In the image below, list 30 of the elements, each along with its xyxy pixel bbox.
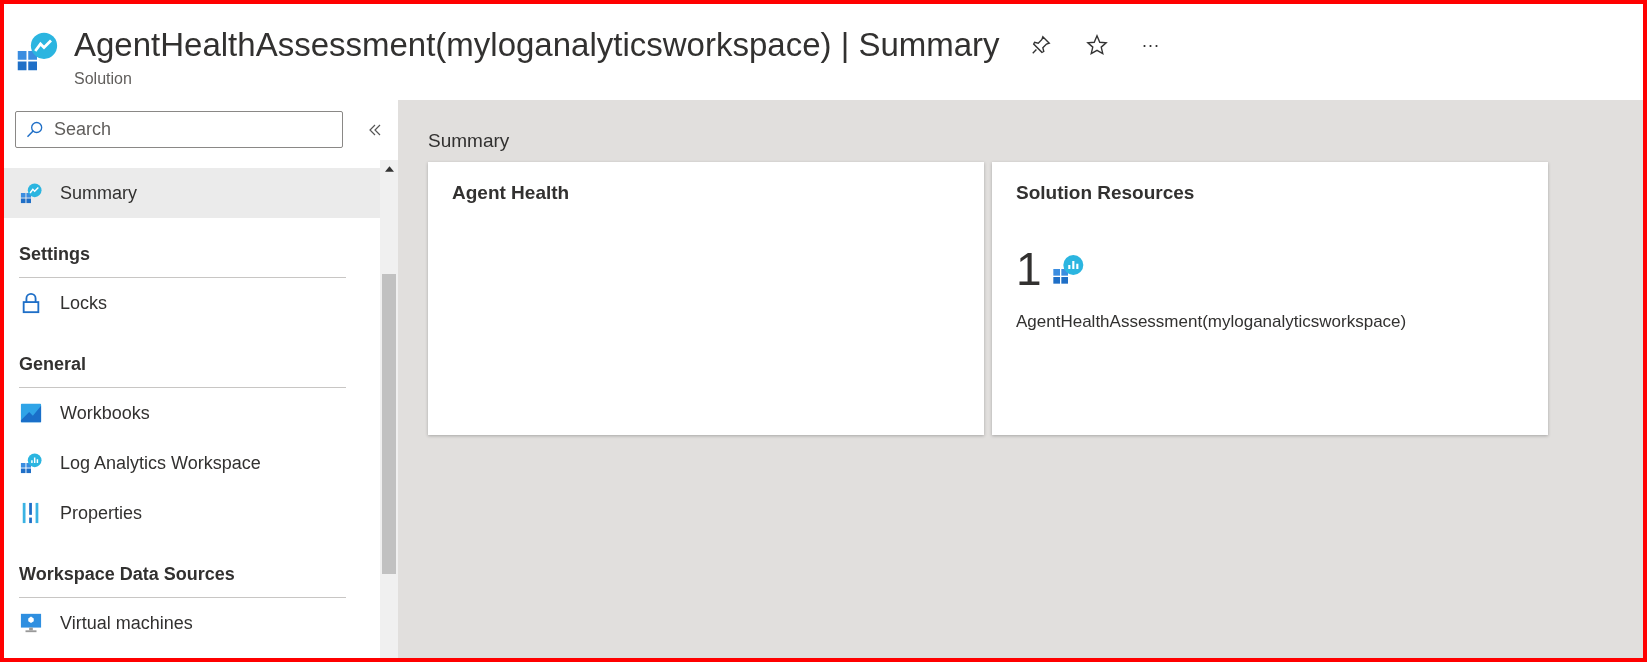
star-icon bbox=[1085, 34, 1108, 56]
scroll-up-icon[interactable] bbox=[384, 166, 394, 172]
nav-item[interactable]: Properties bbox=[4, 488, 380, 538]
section-heading: Workspace Data Sources bbox=[19, 552, 346, 598]
workspace-icon bbox=[20, 452, 42, 474]
nav-item[interactable]: Workbooks bbox=[4, 388, 380, 438]
tile-title: Agent Health bbox=[452, 182, 570, 204]
section-heading: General bbox=[19, 342, 346, 388]
tile-title: Solution Resources bbox=[1016, 182, 1195, 204]
lock-icon bbox=[20, 292, 42, 314]
pin-icon bbox=[1029, 34, 1052, 56]
resource-count: 1 bbox=[1016, 242, 1042, 296]
nav-item[interactable]: Log Analytics Workspace bbox=[4, 438, 380, 488]
nav-item[interactable]: Summary bbox=[4, 168, 380, 218]
search-field[interactable]: Search bbox=[15, 111, 343, 148]
scrollbar[interactable] bbox=[380, 160, 398, 658]
page-subtitle: Solution bbox=[74, 70, 133, 88]
monitor-icon bbox=[20, 612, 42, 634]
solution-icon bbox=[16, 30, 58, 72]
section-title: Summary bbox=[428, 130, 511, 152]
resource-link[interactable]: AgentHealthAssessment(myloganalyticsworkspace) bbox=[1016, 312, 1407, 344]
search-icon bbox=[25, 120, 45, 140]
more-button[interactable]: ··· bbox=[1135, 30, 1166, 60]
workbook-icon bbox=[20, 402, 42, 424]
section-heading: Settings bbox=[19, 232, 346, 278]
page-title: AgentHealthAssessment(myloganalyticsworkspace) | Summary bbox=[74, 26, 1000, 64]
nav-item[interactable]: Virtual machines bbox=[4, 598, 380, 648]
solution-icon bbox=[20, 182, 42, 204]
nav-item[interactable]: Locks bbox=[4, 278, 380, 328]
workspace-icon bbox=[1051, 253, 1084, 285]
